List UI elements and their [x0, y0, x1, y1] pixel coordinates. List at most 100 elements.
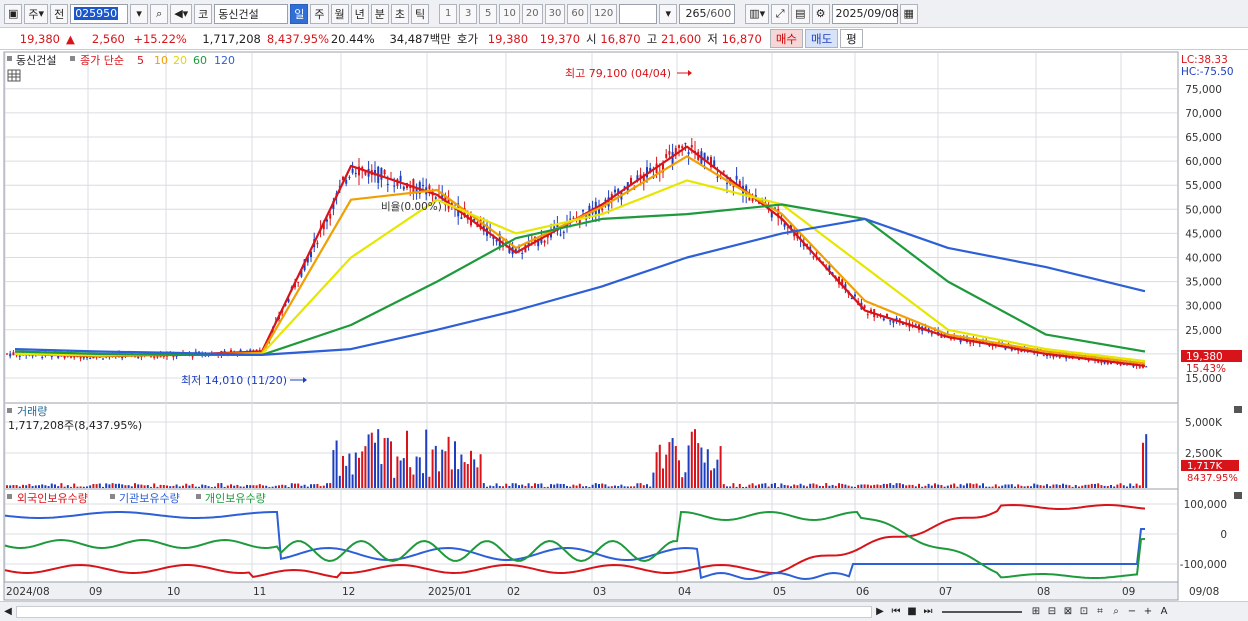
volume-bar [991, 486, 994, 488]
price-axis-label: 60,000 [1185, 156, 1222, 168]
num-3[interactable]: 3 [459, 3, 478, 24]
volume-bar [806, 486, 808, 488]
draw-icon[interactable]: ⤢ [771, 3, 790, 24]
volume-bar [1097, 483, 1100, 488]
volume-bar [1065, 484, 1068, 488]
count-input[interactable]: 265/600 [679, 3, 736, 24]
candle [380, 167, 383, 180]
high-price: 21,600 [660, 31, 702, 46]
volume-panel[interactable] [3, 402, 1179, 490]
candle [521, 253, 524, 255]
price-axis-label: 25,000 [1185, 325, 1222, 337]
chart-type-icon[interactable]: ▥▾ [745, 3, 770, 24]
volume-bar [918, 483, 920, 488]
volume-bar [668, 442, 671, 488]
num-30[interactable]: 30 [544, 3, 566, 24]
interval-week[interactable]: 주 [310, 3, 329, 24]
volume-bar [969, 483, 972, 488]
interval-minute[interactable]: 분 [370, 3, 389, 24]
stop-icon[interactable]: ■ [904, 604, 920, 620]
interval-second[interactable]: 초 [390, 3, 410, 24]
zoom-slider[interactable] [942, 610, 1022, 613]
first-icon[interactable]: ⏮ [888, 604, 904, 620]
scroll-right-icon[interactable]: ▶ [872, 604, 888, 620]
custom-dropdown-icon[interactable]: ▾ [659, 3, 678, 24]
window-icon[interactable]: ▣ [4, 3, 23, 24]
tool-icon[interactable]: ⊞ [1028, 604, 1044, 620]
x-axis-label: 10 [167, 586, 180, 598]
save-icon[interactable]: ▤ [791, 3, 810, 24]
volume-bar [402, 458, 405, 488]
volume-bar [742, 486, 744, 488]
search-icon[interactable]: ⌕ [150, 3, 169, 24]
volume-bar [447, 436, 450, 488]
table-icon[interactable] [7, 69, 21, 82]
holdings-axis-label: 0 [1220, 529, 1227, 541]
zoom-out-icon[interactable]: − [1124, 604, 1140, 620]
x-axis-label: 09 [89, 586, 102, 598]
tool-icon[interactable]: ⊟ [1044, 604, 1060, 620]
candle [6, 353, 8, 355]
volume-bar [332, 450, 335, 488]
volume-bar [406, 430, 408, 488]
close-icon[interactable] [1234, 492, 1242, 499]
scroll-left-icon[interactable]: ◀ [0, 604, 16, 620]
volume-bar [1001, 485, 1004, 488]
sell-button[interactable]: 매도 [804, 29, 839, 48]
price-axis-label: 65,000 [1185, 132, 1222, 144]
close-icon[interactable] [1234, 406, 1242, 413]
num-120[interactable]: 120 [590, 3, 618, 24]
search-icon[interactable]: ⌕ [1108, 604, 1124, 620]
volume-axis-label: 5,000K [1185, 417, 1223, 429]
volume-bar [450, 469, 453, 488]
price-panel[interactable] [3, 51, 1179, 404]
speaker-icon[interactable]: ◀▾ [170, 3, 193, 24]
volume-bar [1004, 484, 1007, 488]
interval-tick[interactable]: 틱 [411, 3, 430, 24]
volume-bar [537, 483, 540, 488]
volume-bar [143, 485, 146, 488]
num-10[interactable]: 10 [499, 3, 520, 24]
x-axis-label: 07 [939, 586, 952, 598]
tool-icon[interactable]: ⌗ [1092, 604, 1108, 620]
volume-bar [86, 486, 88, 488]
num-1[interactable]: 1 [439, 3, 458, 24]
code-input[interactable]: 025950 [70, 3, 129, 24]
prev-button[interactable]: 전 [50, 3, 69, 24]
interval-day[interactable]: 일 [290, 3, 309, 24]
volume-bar [873, 484, 876, 488]
stock-chart[interactable]: 75,000 70,000 65,000 60,000 55,000 50,000 45,0… [0, 51, 1248, 603]
gear-icon[interactable]: ⚙ [811, 3, 830, 24]
open-price: 16,870 [600, 31, 641, 46]
dropdown-icon[interactable]: ▾ [130, 3, 149, 24]
scrollbar-track[interactable] [16, 605, 872, 618]
num-5[interactable]: 5 [479, 3, 498, 24]
interval-month[interactable]: 월 [330, 3, 349, 24]
stock-name[interactable]: 동신건설 [214, 3, 289, 24]
candle [1138, 366, 1141, 368]
font-icon[interactable]: A [1156, 604, 1172, 620]
interval-custom-input[interactable] [619, 3, 658, 24]
candle [562, 231, 565, 233]
tool-icon[interactable]: ⊡ [1076, 604, 1092, 620]
volume-bar [265, 485, 268, 488]
x-axis-label: 12 [342, 586, 355, 598]
period-select[interactable]: 주 ▾ [24, 3, 49, 24]
chart-area[interactable]: 75,000 70,000 65,000 60,000 55,000 50,000 45,0… [0, 51, 1248, 603]
interval-year[interactable]: 년 [350, 3, 369, 24]
date-input[interactable]: 2025/09/08 [831, 3, 899, 24]
volume-bar [220, 483, 223, 488]
market-button[interactable]: 코 [194, 3, 213, 24]
tool-icon[interactable]: ⊠ [1060, 604, 1076, 620]
volume-bar [770, 483, 773, 488]
calendar-icon[interactable]: ▦ [899, 3, 918, 24]
num-20[interactable]: 20 [521, 3, 543, 24]
volume-bar [1094, 483, 1096, 488]
num-60[interactable]: 60 [567, 3, 589, 24]
volume-bar [783, 484, 786, 488]
eval-button[interactable]: 평 [840, 29, 863, 48]
legend-ma60: 60 [193, 54, 207, 67]
zoom-in-icon[interactable]: + [1140, 604, 1156, 620]
buy-button[interactable]: 매수 [769, 29, 803, 48]
last-icon[interactable]: ⏭ [920, 604, 936, 620]
